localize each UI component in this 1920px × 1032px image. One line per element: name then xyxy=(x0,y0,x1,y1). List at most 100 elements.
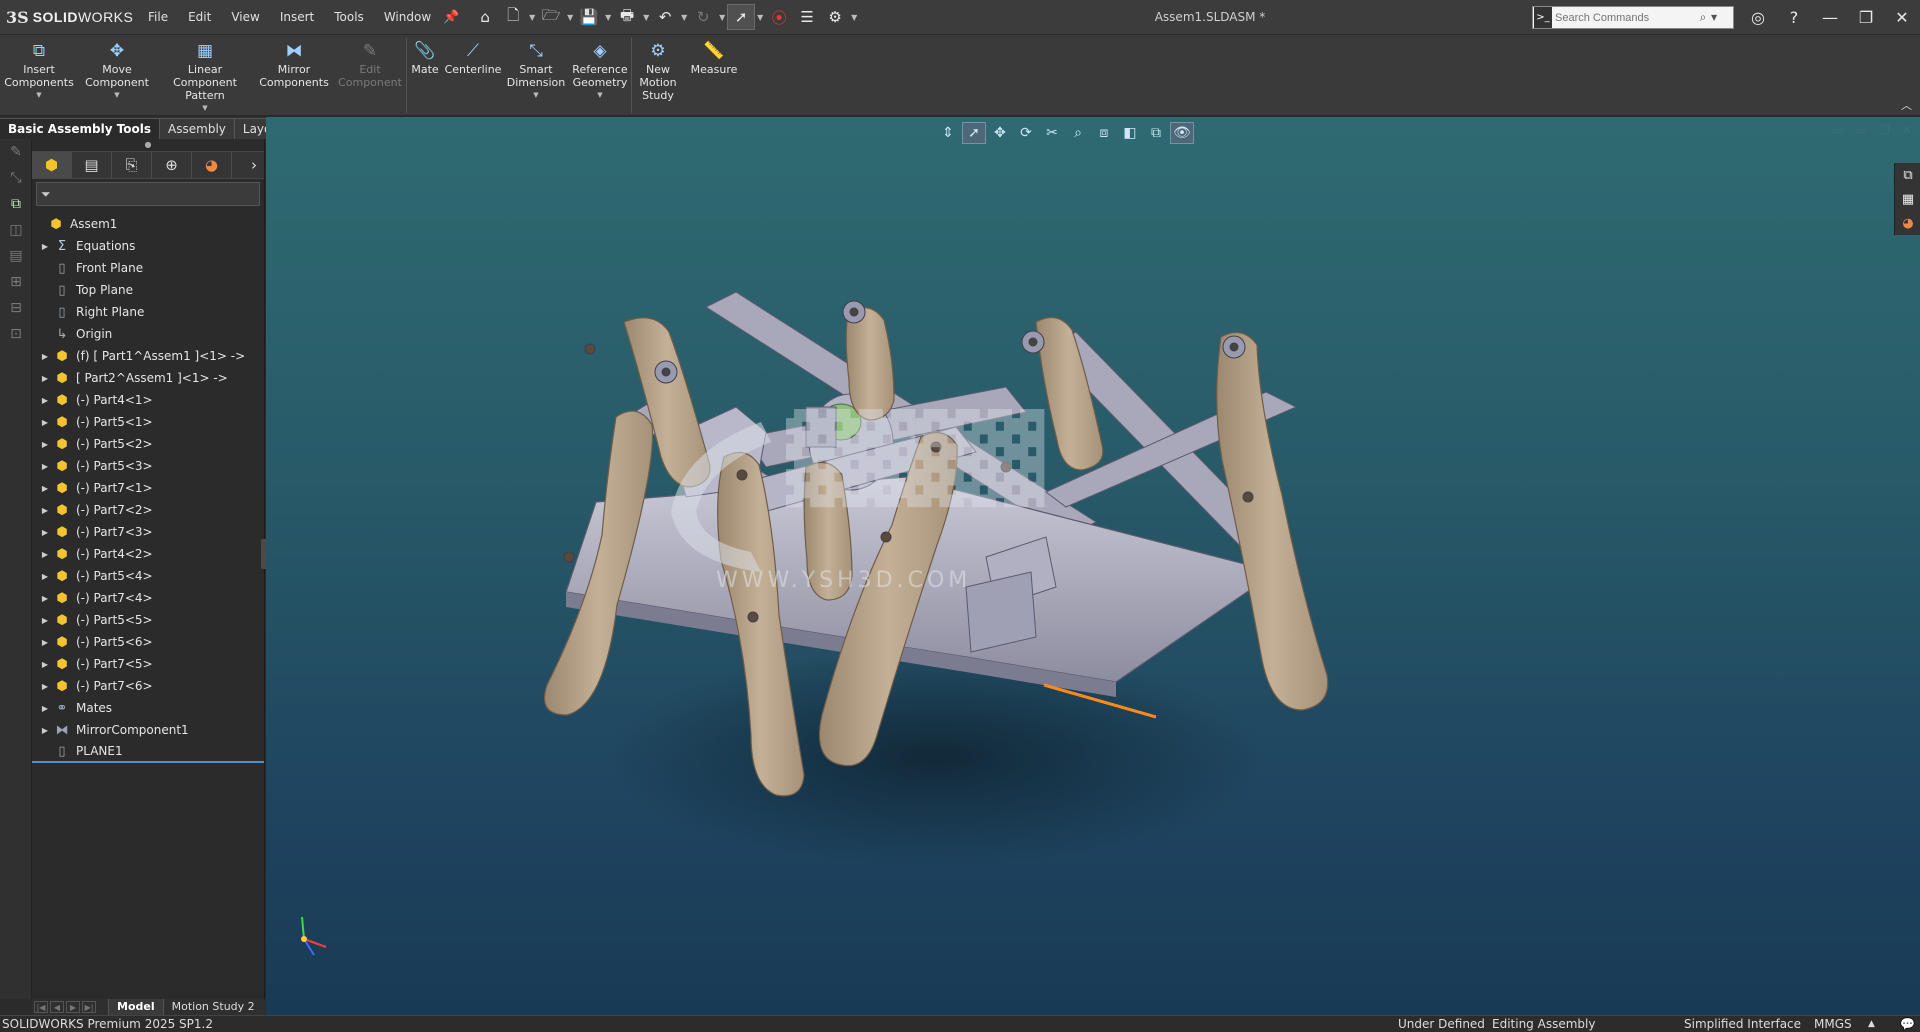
tree-item[interactable]: ▶ ⬢ (-) Part4<2> xyxy=(32,543,264,565)
expand-arrow-icon[interactable]: ▶ xyxy=(38,352,52,361)
save-icon[interactable]: 💾 xyxy=(575,4,603,30)
tree-item[interactable]: ▯ PLANE1 xyxy=(32,741,264,763)
strip-sketch-icon[interactable]: ✎ xyxy=(0,139,32,165)
coordinate-triad-icon[interactable] xyxy=(301,916,327,956)
expand-arrow-icon[interactable]: ▶ xyxy=(38,550,52,559)
next-tab-icon[interactable]: ▶ xyxy=(66,1001,80,1013)
reference-geometry-dropdown-icon[interactable]: ▼ xyxy=(597,91,602,99)
tab-basic-assembly-tools[interactable]: Basic Assembly Tools xyxy=(0,118,161,139)
tab-motion-study-2[interactable]: Motion Study 2 xyxy=(162,999,263,1015)
menu-window[interactable]: Window xyxy=(374,0,441,35)
print-icon[interactable]: 🖶 xyxy=(613,4,641,30)
configuration-manager-tab-icon[interactable]: ⎘ xyxy=(112,152,152,178)
search-icon[interactable]: ⌕ xyxy=(1695,10,1711,25)
more-tabs-icon[interactable]: › xyxy=(244,152,264,178)
tree-item[interactable]: ▶ ⬢ (-) Part7<2> xyxy=(32,499,264,521)
tree-item[interactable]: ▶ Σ Equations xyxy=(32,235,264,257)
search-commands[interactable]: >_ ⌕ ▼ xyxy=(1532,6,1734,29)
strip-mate-icon[interactable]: ⊟ xyxy=(0,295,32,321)
tree-item[interactable]: ▶ ⬢ (-) Part7<4> xyxy=(32,587,264,609)
view-orientation-icon[interactable]: ⧈ xyxy=(1092,122,1116,144)
property-manager-tab-icon[interactable]: ▤ xyxy=(72,152,112,178)
unit-system[interactable]: MMGS xyxy=(1814,1016,1852,1032)
rebuild-dropdown-icon[interactable]: ▼ xyxy=(717,13,727,22)
view-palette-icon[interactable]: ▦ xyxy=(1895,187,1920,211)
first-tab-icon[interactable]: |◀ xyxy=(34,1001,48,1013)
assembly-model[interactable]: ▓▓▓▓ WWW.YSH3D.COM xyxy=(266,117,1920,1015)
panel-grip[interactable]: ● xyxy=(32,139,264,151)
new-motion-study-button[interactable]: ⚙ New Motion Study xyxy=(632,35,684,116)
viewport-tile-icon[interactable]: ▭ xyxy=(1856,123,1867,137)
linear-component-pattern-button[interactable]: ▦ Linear Component Pattern ▼ xyxy=(156,35,254,116)
appearances-icon[interactable]: ◕ xyxy=(1895,211,1920,235)
new-document-icon[interactable]: 🗋 xyxy=(499,4,527,30)
zoom-to-fit-icon[interactable]: ⇕ xyxy=(936,122,960,144)
tree-item[interactable]: ↳ Origin xyxy=(32,323,264,345)
expand-arrow-icon[interactable]: ▶ xyxy=(38,572,52,581)
menu-edit[interactable]: Edit xyxy=(178,0,221,35)
tree-filter[interactable]: ⏷ xyxy=(36,182,260,206)
status-chat-icon[interactable]: 💬 xyxy=(1900,1016,1915,1032)
strip-features-icon[interactable]: ◫ xyxy=(0,217,32,243)
solidworks-logo[interactable]: 3S SOLIDWORKS xyxy=(0,0,138,35)
units-up-icon[interactable]: ▲ xyxy=(1868,1016,1875,1032)
undo-dropdown-icon[interactable]: ▼ xyxy=(679,13,689,22)
search-input[interactable] xyxy=(1555,11,1695,24)
expand-arrow-icon[interactable]: ▶ xyxy=(38,594,52,603)
tree-item[interactable]: ▶ ⬢ (f) [ Part1^Assem1 ]<1> -> xyxy=(32,345,264,367)
open-dropdown-icon[interactable]: ▼ xyxy=(565,13,575,22)
menu-tools[interactable]: Tools xyxy=(324,0,374,35)
design-library-icon[interactable]: ⧉ xyxy=(1895,163,1920,187)
traffic-light-icon[interactable]: ⦿ xyxy=(765,4,793,30)
strip-smart-dim-icon[interactable]: ⤡ xyxy=(0,165,32,191)
centerline-button[interactable]: ⟋ Centerline xyxy=(443,35,503,116)
tab-assembly[interactable]: Assembly xyxy=(160,118,235,139)
mirror-components-button[interactable]: ⧓ Mirror Components xyxy=(254,35,334,116)
expand-arrow-icon[interactable]: ▶ xyxy=(38,418,52,427)
select-tool-icon[interactable]: ➚ xyxy=(962,122,986,144)
tree-item[interactable]: ▶ ⬢ (-) Part7<1> xyxy=(32,477,264,499)
move-component-dropdown-icon[interactable]: ▼ xyxy=(114,91,119,99)
hide-show-icon[interactable]: ⧉ xyxy=(1144,122,1168,144)
tree-item[interactable]: ▶ ⬢ (-) Part5<5> xyxy=(32,609,264,631)
collapse-ribbon-icon[interactable]: ︿ xyxy=(1901,97,1912,113)
strip-reference-icon[interactable]: ⊡ xyxy=(0,321,32,347)
strip-layout-icon[interactable]: ▤ xyxy=(0,243,32,269)
minimize-icon[interactable]: — xyxy=(1812,0,1848,35)
home-icon[interactable]: ⌂ xyxy=(471,4,499,30)
expand-arrow-icon[interactable]: ▶ xyxy=(38,242,52,251)
expand-arrow-icon[interactable]: ▶ xyxy=(38,440,52,449)
tree-item[interactable]: ⬢ Assem1 xyxy=(32,213,264,235)
expand-arrow-icon[interactable]: ▶ xyxy=(38,704,52,713)
open-icon[interactable]: 🗁 xyxy=(537,4,565,30)
menu-view[interactable]: View xyxy=(221,0,269,35)
measure-button[interactable]: 📏 Measure xyxy=(684,35,744,116)
expand-arrow-icon[interactable]: ▶ xyxy=(38,396,52,405)
insert-components-button[interactable]: ⧉ Insert Components ▼ xyxy=(0,35,78,116)
expand-arrow-icon[interactable]: ▶ xyxy=(38,660,52,669)
section-view-icon[interactable]: ✂ xyxy=(1040,122,1064,144)
tree-item[interactable]: ▶ ⚭ Mates xyxy=(32,697,264,719)
interface-mode[interactable]: Simplified Interface xyxy=(1684,1016,1801,1032)
rotate-icon[interactable]: ⟳ xyxy=(1014,122,1038,144)
tree-item[interactable]: ▶ ⬢ (-) Part7<5> xyxy=(32,653,264,675)
rebuild-icon[interactable]: ↻ xyxy=(689,4,717,30)
save-dropdown-icon[interactable]: ▼ xyxy=(603,13,613,22)
viewport-close-icon[interactable]: ✕ xyxy=(1902,123,1912,137)
feature-tree-tab-icon[interactable]: ⬢ xyxy=(32,152,72,178)
restore-icon[interactable]: ❐ xyxy=(1848,0,1884,35)
mate-button[interactable]: 📎 Mate xyxy=(407,35,443,116)
reference-geometry-button[interactable]: ◈ Reference Geometry ▼ xyxy=(569,35,631,116)
strip-evaluate-icon[interactable]: ⊞ xyxy=(0,269,32,295)
edit-component-button[interactable]: ✎ Edit Component xyxy=(334,35,406,116)
tree-item[interactable]: ▶ ⧓ MirrorComponent1 xyxy=(32,719,264,741)
graphics-viewport[interactable]: ▓▓▓▓ WWW.YSH3D.COM ⇕ ➚ ✥ ⟳ ✂ ⌕ ⧈ ◧ ⧉ 👁 ▭ xyxy=(266,117,1920,1015)
expand-arrow-icon[interactable]: ▶ xyxy=(38,682,52,691)
smart-dimension-dropdown-icon[interactable]: ▼ xyxy=(533,91,538,99)
display-style-icon[interactable]: ◧ xyxy=(1118,122,1142,144)
tree-item[interactable]: ▶ ⬢ (-) Part7<3> xyxy=(32,521,264,543)
print-dropdown-icon[interactable]: ▼ xyxy=(641,13,651,22)
tree-item[interactable]: ▶ ⬢ (-) Part7<6> xyxy=(32,675,264,697)
help-icon[interactable]: ? xyxy=(1776,0,1812,35)
tree-item[interactable]: ▶ ⬢ (-) Part4<1> xyxy=(32,389,264,411)
